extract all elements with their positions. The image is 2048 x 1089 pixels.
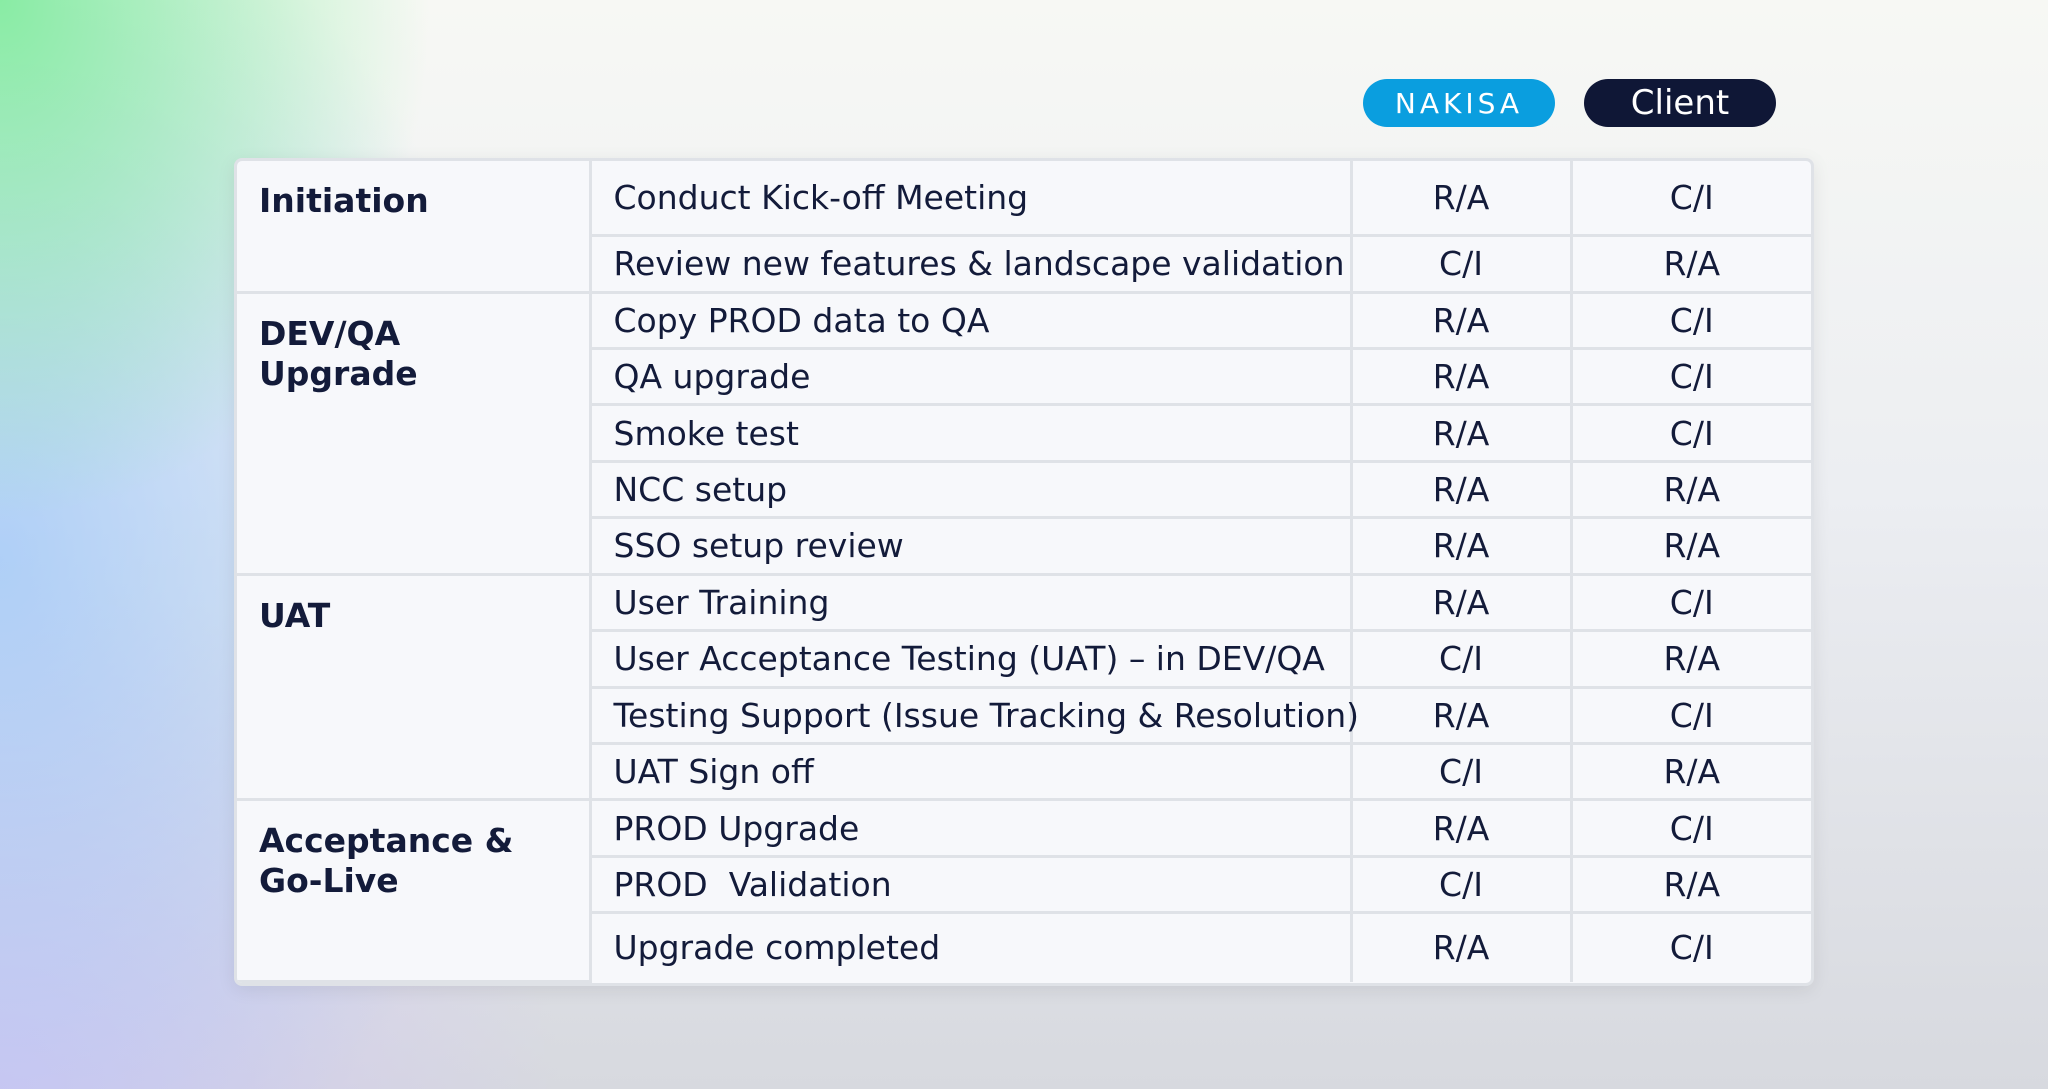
nakisa-cell: R/A [1349, 516, 1573, 576]
nakisa-cell: C/I [1349, 854, 1573, 915]
phase-dev-qa-upgrade: DEV/QA Upgrade [237, 290, 592, 576]
nakisa-cell: R/A [1349, 685, 1573, 746]
task-cell: Testing Support (Issue Tracking & Resolu… [590, 685, 1359, 746]
nakisa-cell: R/A [1349, 459, 1573, 520]
client-cell: R/A [1569, 854, 1811, 915]
phase-initiation: Initiation [237, 161, 592, 294]
raci-table: Initiation Conduct Kick-off Meeting R/A … [234, 158, 1814, 986]
client-cell: C/I [1569, 572, 1811, 633]
task-cell: User Training [588, 572, 1353, 633]
table-row: Initiation Conduct Kick-off Meeting R/A … [237, 161, 1811, 294]
nakisa-column-badge: NAKISA [1363, 79, 1555, 127]
client-cell: C/I [1569, 290, 1811, 350]
task-cell: Copy PROD data to QA [588, 290, 1353, 350]
client-cell: C/I [1569, 798, 1811, 858]
task-cell: QA upgrade [590, 346, 1353, 407]
nakisa-cell: R/A [1349, 572, 1573, 633]
table-row: Acceptance & Go-Live PROD Upgrade R/A C/… [237, 798, 1811, 983]
task-cell: Smoke test [590, 403, 1353, 463]
client-cell: C/I [1569, 161, 1811, 238]
nakisa-cell: C/I [1349, 234, 1573, 294]
nakisa-cell: R/A [1349, 911, 1573, 982]
task-cell: User Acceptance Testing (UAT) – in DEV/Q… [590, 629, 1353, 689]
nakisa-cell: R/A [1349, 290, 1573, 350]
nakisa-cell: R/A [1349, 161, 1573, 238]
task-cell: NCC setup [590, 459, 1353, 520]
task-cell: Upgrade completed [590, 911, 1353, 982]
nakisa-cell: R/A [1349, 798, 1573, 858]
client-cell: C/I [1569, 346, 1811, 407]
client-cell: R/A [1569, 516, 1811, 576]
client-cell: C/I [1569, 685, 1811, 746]
nakisa-cell: C/I [1349, 742, 1573, 802]
table-row: DEV/QA Upgrade Copy PROD data to QA R/A … [237, 290, 1811, 576]
task-cell: SSO setup review [590, 516, 1353, 576]
task-cell: Conduct Kick-off Meeting [588, 161, 1353, 238]
client-cell: R/A [1569, 459, 1811, 520]
task-cell: Review new features & landscape validati… [590, 234, 1353, 294]
client-cell: R/A [1569, 629, 1811, 689]
nakisa-cell: R/A [1349, 403, 1573, 463]
nakisa-cell: C/I [1349, 629, 1573, 689]
client-cell: R/A [1569, 742, 1811, 802]
task-cell: UAT Sign off [590, 742, 1353, 802]
client-cell: C/I [1569, 403, 1811, 463]
table-row: UAT User Training R/A C/I [237, 572, 1811, 802]
phase-uat: UAT [237, 572, 592, 802]
client-cell: C/I [1569, 911, 1811, 982]
phase-acceptance-go-live: Acceptance & Go-Live [237, 798, 592, 983]
nakisa-cell: R/A [1349, 346, 1573, 407]
client-column-badge: Client [1584, 79, 1776, 127]
task-cell: PROD Upgrade [588, 798, 1353, 858]
task-cell: PROD Validation [590, 854, 1353, 915]
client-cell: R/A [1569, 234, 1811, 294]
